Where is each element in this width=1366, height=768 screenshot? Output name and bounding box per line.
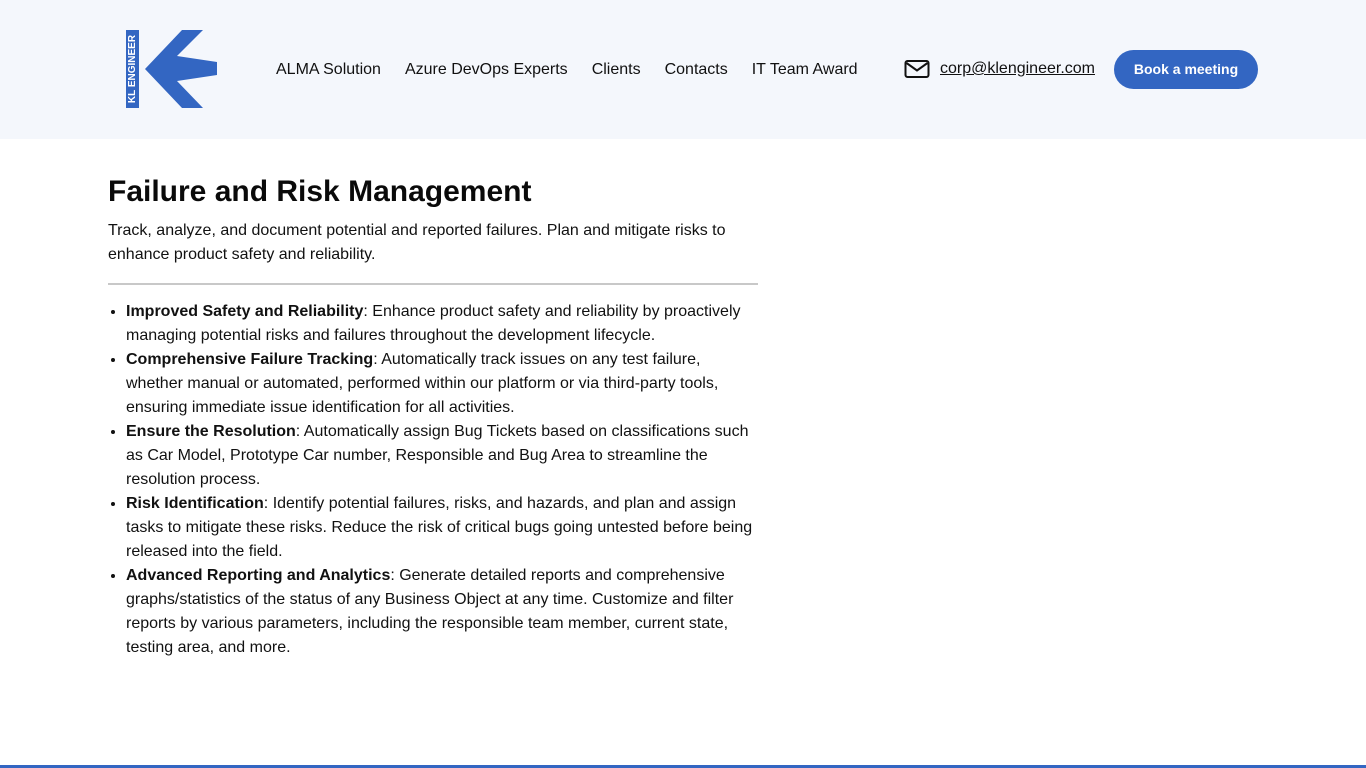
feature-title: Ensure the Resolution [126, 423, 296, 440]
left-arrow-logo-icon [145, 30, 217, 108]
nav-item-it-team-award[interactable]: IT Team Award [752, 59, 858, 81]
nav-item-azure-devops-experts[interactable]: Azure DevOps Experts [405, 59, 568, 81]
contact-email: corp@klengineer.com [904, 57, 1095, 81]
feature-title: Risk Identification [126, 495, 264, 512]
list-item: Comprehensive Failure Tracking: Automati… [126, 348, 758, 420]
list-item: Advanced Reporting and Analytics: Genera… [126, 564, 758, 660]
site-header: KL ENGINEER ALMA Solution Azure DevOps E… [0, 0, 1366, 139]
logo-bar: KL ENGINEER [126, 30, 139, 108]
list-item: Risk Identification: Identify potential … [126, 492, 758, 564]
list-item: Improved Safety and Reliability: Enhance… [126, 300, 758, 348]
nav-item-alma-solution[interactable]: ALMA Solution [276, 59, 381, 81]
logo-text: KL ENGINEER [126, 34, 138, 104]
envelope-icon [904, 60, 930, 78]
page-lead: Track, analyze, and document potential a… [108, 222, 726, 263]
nav-item-clients[interactable]: Clients [592, 59, 641, 81]
list-item: Ensure the Resolution: Automatically ass… [126, 420, 758, 492]
page-title: Failure and Risk Management [108, 175, 532, 208]
nav-item-contacts[interactable]: Contacts [665, 59, 728, 81]
main-content: Failure and Risk Management Track, analy… [108, 174, 758, 660]
feature-list: Improved Safety and Reliability: Enhance… [108, 300, 758, 660]
divider [108, 283, 758, 285]
email-link[interactable]: corp@klengineer.com [940, 60, 1095, 78]
main-nav: ALMA Solution Azure DevOps Experts Clien… [276, 59, 858, 81]
feature-title: Comprehensive Failure Tracking [126, 351, 374, 368]
kl-engineer-logo[interactable]: KL ENGINEER [126, 30, 218, 108]
feature-title: Advanced Reporting and Analytics [126, 567, 391, 584]
book-meeting-button[interactable]: Book a meeting [1114, 50, 1258, 89]
feature-title: Improved Safety and Reliability [126, 303, 364, 320]
